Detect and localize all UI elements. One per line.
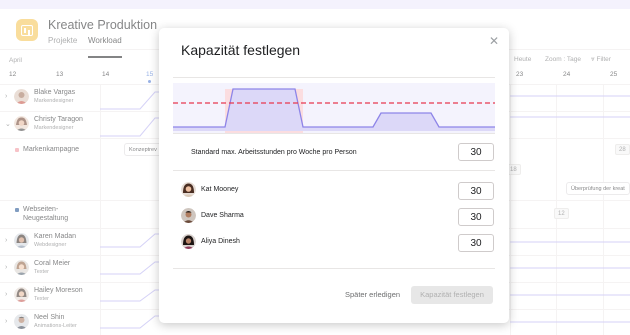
member-name: Aliya Dinesh <box>201 238 240 245</box>
standard-hours-label: Standard max. Arbeitsstunden pro Woche p… <box>191 149 357 156</box>
avatar <box>181 182 196 197</box>
member-name: Dave Sharma <box>201 212 244 219</box>
member-hours-input[interactable] <box>458 208 494 226</box>
chart-background <box>173 83 495 133</box>
dialog-divider <box>173 77 495 78</box>
member-hours-input[interactable] <box>458 234 494 252</box>
avatar <box>181 208 196 223</box>
dialog-divider <box>173 170 495 171</box>
capacity-preview-chart <box>173 83 495 133</box>
close-icon[interactable]: ✕ <box>489 34 499 48</box>
member-hours-input[interactable] <box>458 182 494 200</box>
later-button[interactable]: Später erledigen <box>345 290 400 299</box>
dialog-divider <box>173 268 495 269</box>
avatar <box>181 234 196 249</box>
member-name: Kat Mooney <box>201 186 239 193</box>
capacity-dialog: Kapazität festlegen ✕ Standard max. Arbe… <box>159 28 509 323</box>
set-capacity-button[interactable]: Kapazität festlegen <box>411 286 493 304</box>
standard-hours-input[interactable] <box>458 143 494 161</box>
dialog-divider <box>173 133 495 134</box>
dialog-title: Kapazität festlegen <box>181 42 301 58</box>
